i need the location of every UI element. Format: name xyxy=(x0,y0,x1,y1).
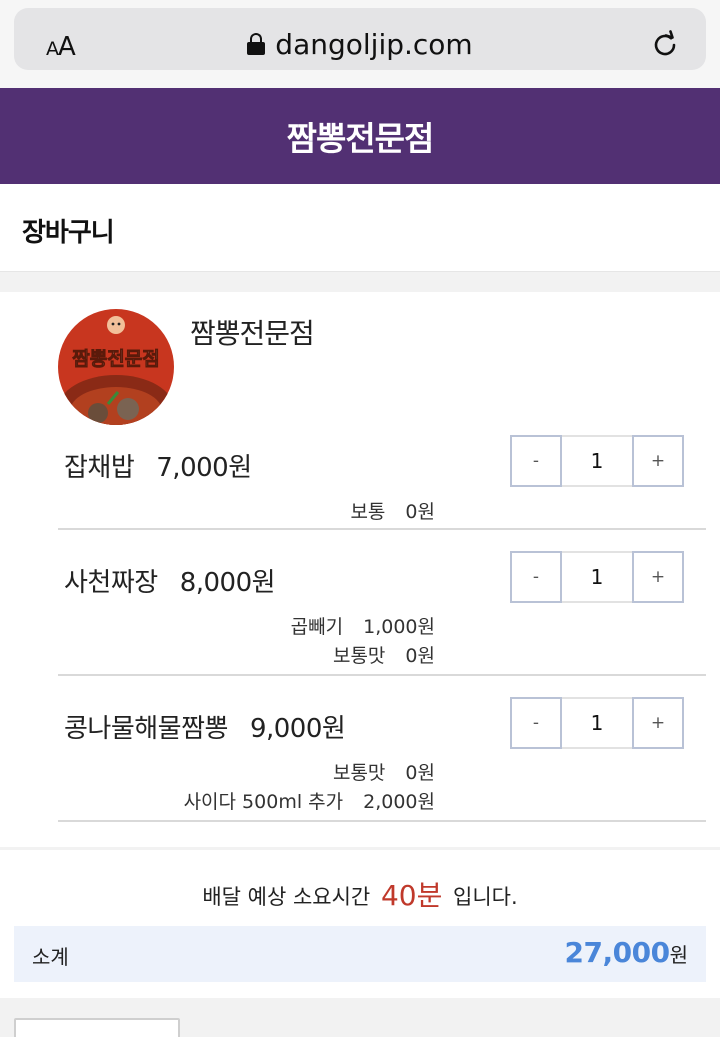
subtotal-bar: 소계 27,000원 xyxy=(14,926,706,982)
increase-button[interactable]: + xyxy=(632,697,684,749)
cart-item: 잡채밥 7,000원 - 1 + 보통 0원 xyxy=(58,422,706,530)
option-price: 0원 xyxy=(405,762,435,784)
decrease-button[interactable]: - xyxy=(510,551,562,603)
svg-text:짬뽕전문점: 짬뽕전문점 xyxy=(72,348,159,370)
option-price: 1,000원 xyxy=(363,616,435,638)
item-title: 사천짜장 8,000원 xyxy=(64,562,276,599)
quantity-value: 1 xyxy=(562,697,632,749)
option-name: 보통 xyxy=(350,501,386,523)
increase-button[interactable]: + xyxy=(632,435,684,487)
subtotal-amount: 27,000 xyxy=(564,936,671,969)
option-price: 0원 xyxy=(405,645,435,667)
option-name: 곱빼기 xyxy=(290,616,344,638)
item-option: 보통맛 0원 xyxy=(333,641,435,668)
cart-title-bar: 장바구니 xyxy=(0,184,720,272)
cart-title: 장바구니 xyxy=(22,218,115,248)
url-text: dangoljip.com xyxy=(275,28,473,61)
page-title: 짬뽕전문점 xyxy=(286,119,435,158)
item-option: 사이다 500ml 추가 2,000원 xyxy=(184,787,435,814)
store-logo: 짬뽕전문점 xyxy=(58,309,174,425)
store-name: 짬뽕전문점 xyxy=(190,317,315,350)
increase-button[interactable]: + xyxy=(632,551,684,603)
option-price: 2,000원 xyxy=(363,791,435,813)
item-title: 잡채밥 7,000원 xyxy=(64,447,252,484)
quantity-stepper[interactable]: - 1 + xyxy=(510,435,684,487)
quantity-stepper[interactable]: - 1 + xyxy=(510,697,684,749)
quantity-stepper[interactable]: - 1 + xyxy=(510,551,684,603)
item-name: 사천짜장 xyxy=(64,568,158,598)
delivery-estimate: 배달 예상 소요시간 40분 입니다. xyxy=(0,874,720,914)
decrease-button[interactable]: - xyxy=(510,435,562,487)
item-price: 9,000원 xyxy=(249,714,346,744)
option-price: 0원 xyxy=(405,501,435,523)
address-bar[interactable]: AA dangoljip.com xyxy=(14,8,706,70)
subtotal-unit: 원 xyxy=(669,943,688,967)
item-option: 곱빼기 1,000원 xyxy=(291,612,435,639)
subtotal-label: 소계 xyxy=(32,945,69,969)
app-header: 짬뽕전문점 xyxy=(0,88,720,184)
store-card: 짬뽕전문점 짬뽕전문점 잡채밥 7,000원 - 1 + 보통 0원 사천짜장 8,0… xyxy=(0,292,720,847)
order-summary: 배달 예상 소요시간 40분 입니다. 소계 27,000원 xyxy=(0,850,720,998)
item-option: 보통 0원 xyxy=(350,497,435,524)
item-name: 잡채밥 xyxy=(64,453,135,483)
quantity-value: 1 xyxy=(562,435,632,487)
item-title: 콩나물해물짬뽕 9,000원 xyxy=(64,708,346,745)
url-display[interactable]: dangoljip.com xyxy=(14,28,706,61)
delivery-minutes: 40분 xyxy=(380,879,443,912)
delivery-suffix: 입니다. xyxy=(453,885,518,909)
option-name: 보통맛 xyxy=(332,762,386,784)
browser-toolbar: AA dangoljip.com xyxy=(0,0,720,88)
reload-icon[interactable] xyxy=(650,30,680,60)
item-price: 8,000원 xyxy=(179,568,276,598)
decrease-button[interactable]: - xyxy=(510,697,562,749)
bottom-action-button[interactable] xyxy=(14,1018,180,1037)
subtotal-value: 27,000원 xyxy=(565,936,688,969)
lock-icon xyxy=(247,33,266,55)
option-name: 보통맛 xyxy=(332,645,386,667)
item-name: 콩나물해물짬뽕 xyxy=(64,714,228,744)
quantity-value: 1 xyxy=(562,551,632,603)
option-name: 사이다 500ml 추가 xyxy=(183,791,344,813)
item-option: 보통맛 0원 xyxy=(333,758,435,785)
delivery-prefix: 배달 예상 소요시간 xyxy=(202,885,371,909)
item-price: 7,000원 xyxy=(156,453,252,483)
cart-item: 콩나물해물짬뽕 9,000원 - 1 + 보통맛 0원 사이다 500ml 추가 2,… xyxy=(58,676,706,822)
cart-item: 사천짜장 8,000원 - 1 + 곱빼기 1,000원 보통맛 0원 xyxy=(58,530,706,676)
